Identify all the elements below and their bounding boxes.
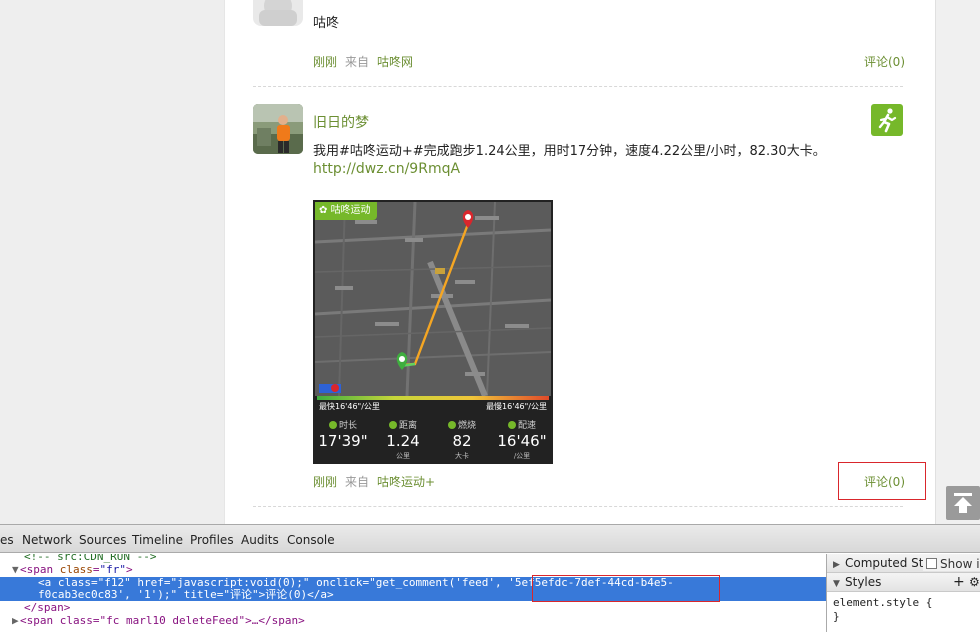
stat-unit: 公里 xyxy=(396,452,410,460)
rule-close-brace: } xyxy=(833,610,840,623)
pace-slowest: 最慢16'46"/公里 xyxy=(486,402,547,411)
add-rule-icon[interactable]: + xyxy=(953,573,965,592)
stat-duration: 时长 17'39" xyxy=(314,418,372,451)
devtools-panel: es Network Sources Timeline Profiles Aud… xyxy=(0,524,980,632)
post-meta: 刚刚 来自 咕咚运动+ xyxy=(313,473,435,490)
tab-sources[interactable]: Sources xyxy=(79,533,126,547)
page-gutter xyxy=(936,0,980,524)
stat-value: 82 xyxy=(452,432,472,450)
back-to-top-button[interactable] xyxy=(946,486,980,520)
stat-label: 燃烧 xyxy=(457,421,476,431)
stat-pace: 配速 16'46" /公里 xyxy=(493,418,551,461)
stat-value: 1.24 xyxy=(386,432,420,450)
avatar[interactable] xyxy=(253,0,303,26)
from-label: 来自 xyxy=(345,475,370,489)
trend-icon xyxy=(507,421,516,429)
stat-label: 时长 xyxy=(338,421,357,431)
show-inherited-label: Show in xyxy=(940,557,980,571)
highlight-annotation xyxy=(838,462,926,500)
feed-divider xyxy=(253,506,903,507)
styles-section[interactable]: ▼ Styles + ⚙ xyxy=(827,573,980,592)
ruler-icon xyxy=(388,421,397,429)
stat-distance: 距离 1.24 公里 xyxy=(374,418,432,461)
from-label: 来自 xyxy=(345,55,370,69)
expand-triangle-icon[interactable]: ▶ xyxy=(12,615,20,627)
post-meta: 刚刚 来自 咕咚网 xyxy=(313,53,413,70)
webpage-viewport: 咕咚 刚刚 来自 咕咚网 评论(0) 旧日的梦 我用#咕咚运动+#完成跑步1.24公… xyxy=(0,0,980,524)
app-tag-label: 咕咚运动 xyxy=(330,205,371,216)
devtools-toolbar: es Network Sources Timeline Profiles Aud… xyxy=(0,525,980,553)
pace-gradient-bar xyxy=(317,396,549,400)
post-time[interactable]: 刚刚 xyxy=(313,55,337,69)
app-tag: ✿ 咕咚运动 xyxy=(315,202,377,220)
run-map-image[interactable]: ✿ 咕咚运动 最快16'46"/公里 最慢16'46"/公里 时长 17'39"… xyxy=(313,200,553,464)
post-url-link[interactable]: http://dwz.cn/9RmqA xyxy=(313,161,460,177)
post-time[interactable]: 刚刚 xyxy=(313,475,337,489)
username-link[interactable]: 旧日的梦 xyxy=(313,112,369,132)
post-source-link[interactable]: 咕咚网 xyxy=(377,55,413,69)
post-text: 我用#咕咚运动+#完成跑步1.24公里，用时17分钟，速度4.22公里/小时，8… xyxy=(313,144,826,159)
tab-timeline[interactable]: Timeline xyxy=(132,533,183,547)
stat-value: 16'46" xyxy=(497,432,547,450)
guid-highlight-annotation xyxy=(532,575,720,602)
route-map xyxy=(314,201,552,398)
dom-comment[interactable]: <!-- src:CDN_RUN --> xyxy=(24,554,826,563)
stat-value: 17'39" xyxy=(318,432,368,450)
styles-sidebar: ▶Computed Style Show in ▼Styles+⚙ elemen… xyxy=(826,554,980,632)
gear-icon[interactable]: ⚙ xyxy=(969,573,980,592)
show-inherited-checkbox-wrap[interactable]: Show in xyxy=(923,557,980,571)
clock-icon xyxy=(328,421,337,429)
triangle-down-icon: ▼ xyxy=(833,579,840,589)
tab-audits[interactable]: Audits xyxy=(241,533,279,547)
stat-unit: /公里 xyxy=(513,452,531,460)
comment-link[interactable]: 评论(0) xyxy=(864,53,905,70)
tab-network[interactable]: Network xyxy=(22,533,72,547)
tab-console[interactable]: Console xyxy=(287,533,335,547)
feed-divider xyxy=(253,86,903,87)
dom-close-span[interactable]: </span> xyxy=(24,602,826,614)
stat-label: 距离 xyxy=(398,421,417,431)
running-man-icon xyxy=(871,104,903,136)
stat-label: 配速 xyxy=(517,421,536,431)
post-text: 咕咚 xyxy=(313,16,340,31)
pace-fastest: 最快16'46"/公里 xyxy=(319,402,380,411)
avatar[interactable] xyxy=(253,104,303,154)
arrow-up-icon xyxy=(954,493,972,513)
show-inherited-checkbox[interactable] xyxy=(926,558,937,569)
post-source-link[interactable]: 咕咚运动+ xyxy=(377,475,435,489)
tab-profiles[interactable]: Profiles xyxy=(190,533,234,547)
dom-node-delete-feed[interactable]: ▶<span class="fc marl10 deleteFeed">…</s… xyxy=(12,615,826,627)
stat-unit: 大卡 xyxy=(455,452,469,460)
tab-elements[interactable]: es xyxy=(0,533,14,547)
expand-triangle-icon[interactable]: ▼ xyxy=(12,564,20,576)
flame-icon xyxy=(447,421,456,429)
stat-calories: 燃烧 82 大卡 xyxy=(433,418,491,461)
element-style-rule[interactable]: element.style { xyxy=(833,596,932,609)
